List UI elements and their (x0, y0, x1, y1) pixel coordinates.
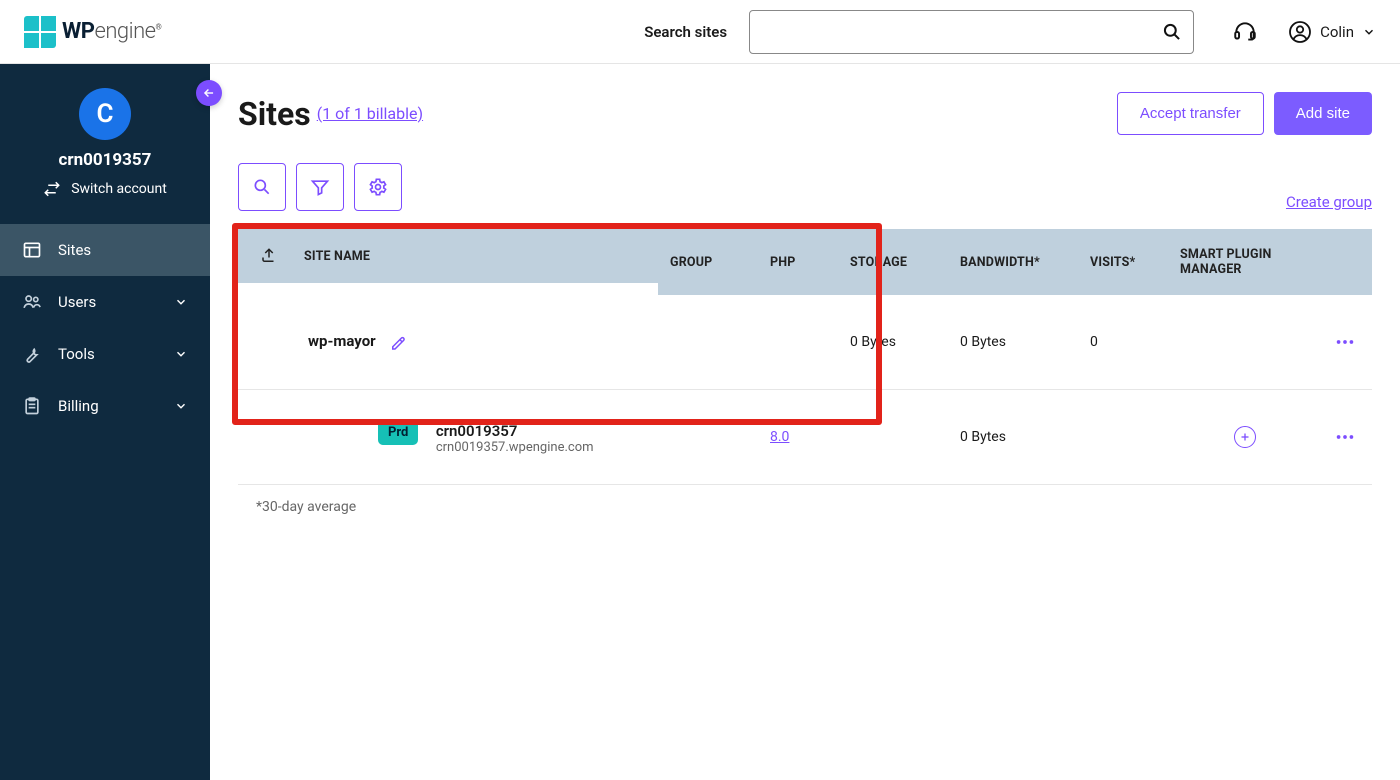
add-site-button[interactable]: Add site (1274, 92, 1372, 135)
page-title: Sites (238, 95, 311, 133)
cell-group (658, 295, 758, 390)
cell-bandwidth: 0 Bytes (948, 295, 1078, 390)
account-avatar: C (79, 88, 131, 140)
sidebar-item-label: Users (58, 293, 96, 311)
share-icon[interactable] (260, 247, 278, 265)
edit-icon[interactable] (389, 334, 407, 352)
search-icon (252, 177, 272, 197)
cell-php (758, 295, 838, 390)
row-menu-button[interactable] (1334, 311, 1360, 373)
env-name: crn0019357 (436, 422, 594, 440)
col-bandwidth: BANDWIDTH* (960, 255, 1040, 270)
clipboard-icon (22, 396, 42, 416)
chevron-down-icon (174, 295, 188, 309)
sites-table: SITE NAME GROUP PHP STORAGE BANDWIDTH* V… (238, 229, 1372, 485)
search-input[interactable] (749, 10, 1194, 54)
sidebar-item-tools[interactable]: Tools (0, 328, 210, 380)
chevron-down-icon (174, 347, 188, 361)
sidebar-item-label: Billing (58, 397, 99, 415)
people-icon (22, 292, 42, 312)
logo-icon (24, 16, 56, 48)
table-search-button[interactable] (238, 163, 286, 211)
gear-icon (368, 177, 388, 197)
cell-visits (1078, 390, 1168, 485)
accept-transfer-button[interactable]: Accept transfer (1117, 92, 1264, 135)
cell-visits: 0 (1078, 295, 1168, 390)
switch-account-button[interactable]: Switch account (43, 180, 167, 198)
col-site-name: SITE NAME (304, 249, 370, 264)
site-name: wp-mayor (308, 332, 376, 350)
switch-account-label: Switch account (71, 181, 167, 197)
user-menu[interactable]: Colin (1288, 20, 1376, 44)
filter-icon (310, 177, 330, 197)
sidebar-item-users[interactable]: Users (0, 276, 210, 328)
layout-icon (22, 240, 42, 260)
swap-icon (43, 180, 61, 198)
env-badge: Prd (378, 420, 418, 445)
help-icon[interactable] (1228, 15, 1262, 49)
table-row[interactable]: wp-mayor 0 Bytes 0 Bytes 0 (238, 295, 1372, 390)
billable-link[interactable]: (1 of 1 billable) (317, 104, 423, 123)
user-name: Colin (1320, 23, 1354, 41)
col-php: PHP (770, 255, 796, 270)
sidebar-item-label: Tools (58, 345, 95, 363)
account-name: crn0019357 (59, 150, 152, 170)
env-url: crn0019357.wpengine.com (436, 440, 594, 455)
add-spm-button[interactable] (1234, 426, 1256, 448)
cell-group (658, 390, 758, 485)
sidebar-item-label: Sites (58, 241, 91, 259)
logo-text: WPengine® (62, 19, 161, 44)
user-avatar-icon (1288, 20, 1312, 44)
chevron-down-icon (174, 399, 188, 413)
col-visits: VISITS* (1090, 255, 1135, 270)
search-sites (749, 10, 1194, 54)
col-group: GROUP (670, 255, 712, 270)
table-footnote: *30-day average (256, 499, 1372, 515)
cell-bandwidth: 0 Bytes (948, 390, 1078, 485)
filter-button[interactable] (296, 163, 344, 211)
col-spm: SMART PLUGIN MANAGER (1180, 247, 1272, 277)
sidebar-item-sites[interactable]: Sites (0, 224, 210, 276)
table-row[interactable]: Prd crn0019357 crn0019357.wpengine.com 8… (238, 390, 1372, 485)
search-label: Search sites (644, 23, 727, 41)
table-settings-button[interactable] (354, 163, 402, 211)
chevron-down-icon (1362, 25, 1376, 39)
create-group-link[interactable]: Create group (1286, 177, 1372, 211)
collapse-sidebar-button[interactable] (196, 80, 222, 106)
sidebar-item-billing[interactable]: Billing (0, 380, 210, 432)
wpengine-logo[interactable]: WPengine® (24, 16, 161, 48)
php-version-link[interactable]: 8.0 (770, 429, 789, 445)
col-storage: STORAGE (850, 255, 907, 270)
row-menu-button[interactable] (1334, 406, 1360, 468)
arrow-left-icon (202, 86, 216, 100)
search-icon[interactable] (1162, 22, 1182, 42)
wrench-icon (22, 344, 42, 364)
cell-storage (838, 390, 948, 485)
sidebar: C crn0019357 Switch account Sites (0, 64, 210, 780)
cell-storage: 0 Bytes (838, 295, 948, 390)
